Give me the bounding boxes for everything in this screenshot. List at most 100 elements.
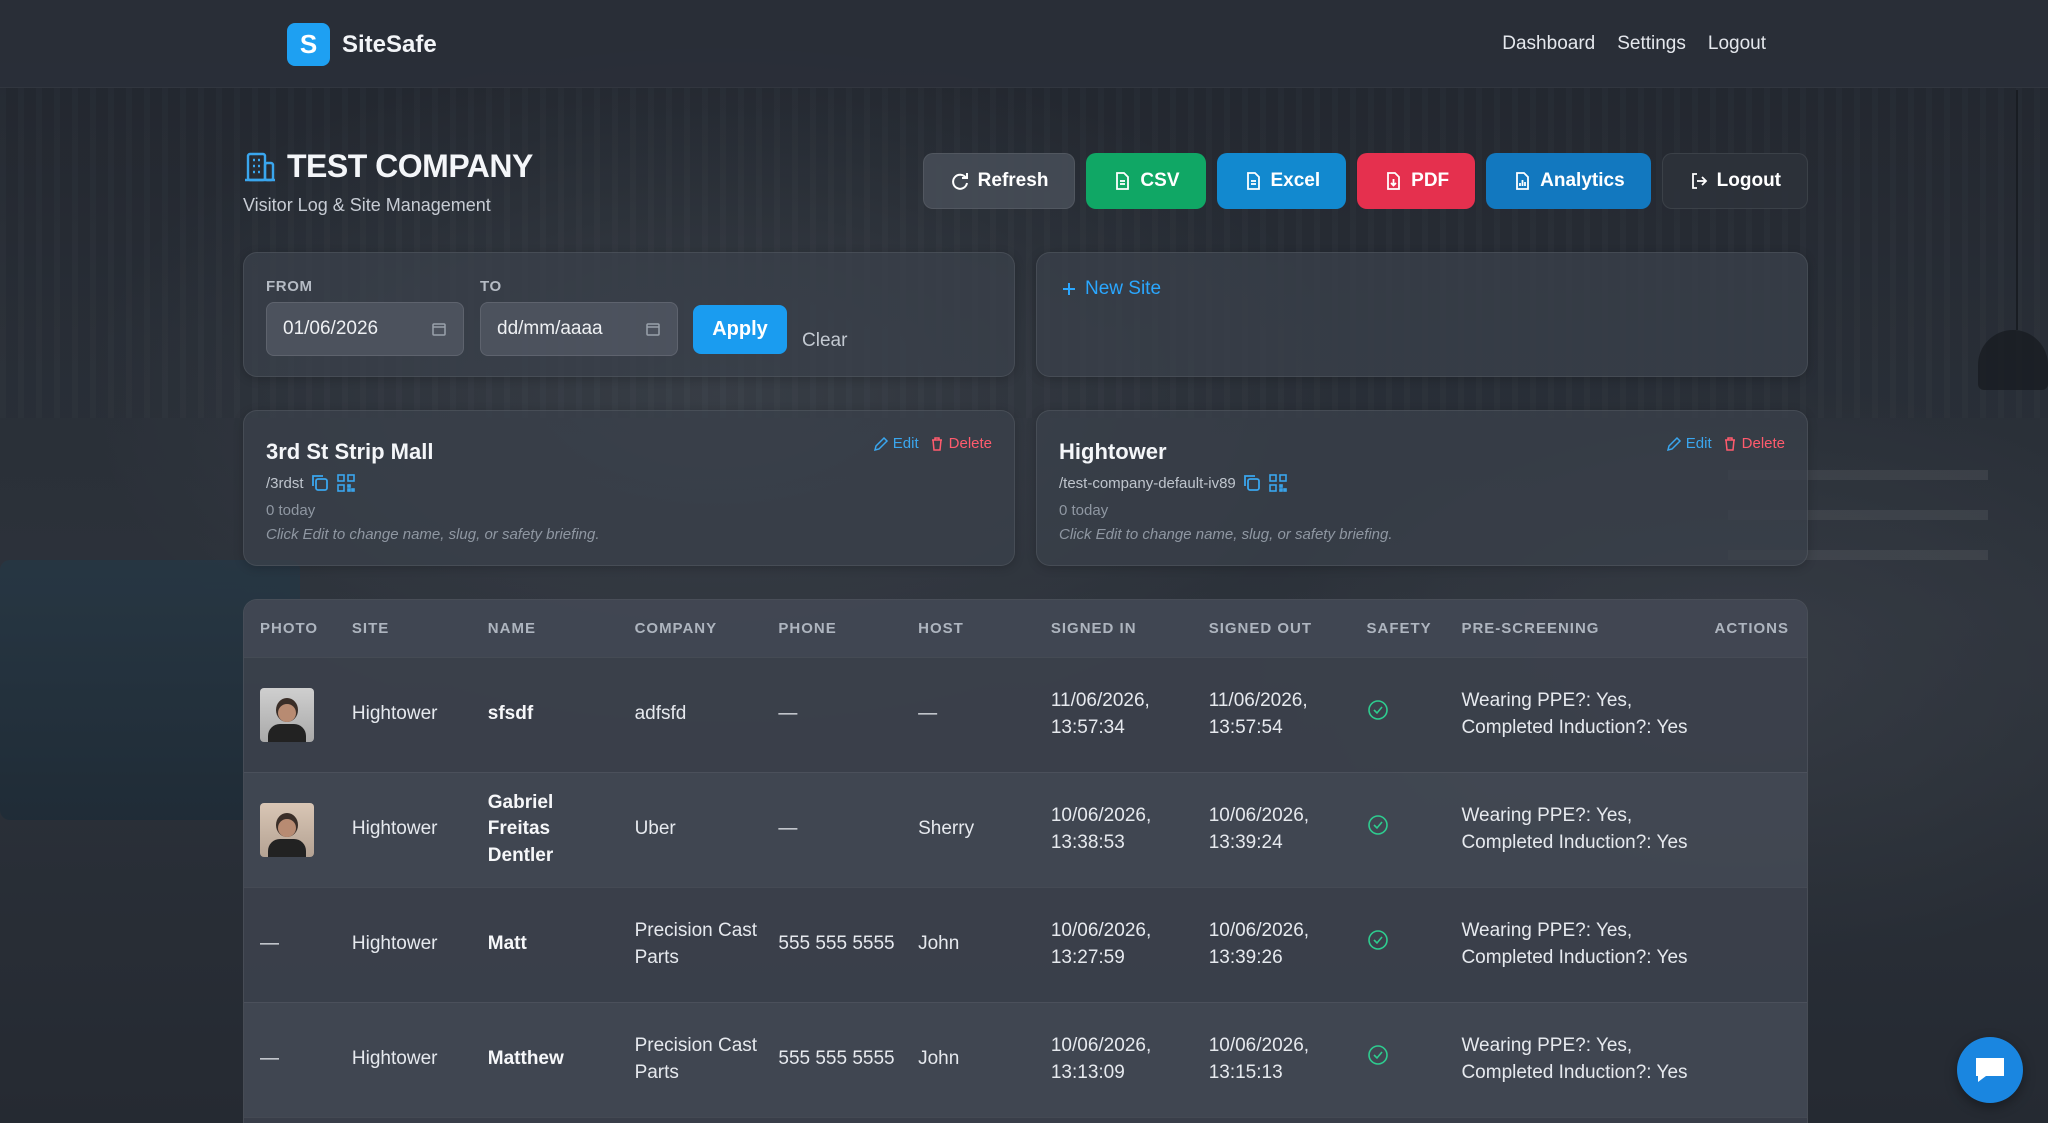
file-icon: [1116, 172, 1130, 190]
check-circle-icon: [1367, 930, 1388, 951]
col-safety: SAFETY: [1350, 600, 1446, 658]
photo-cell: [244, 657, 336, 772]
nav-dashboard[interactable]: Dashboard: [1502, 33, 1595, 55]
edit-site-button[interactable]: Edit: [1666, 435, 1712, 452]
visitor-photo[interactable]: [260, 802, 314, 857]
nav-settings[interactable]: Settings: [1617, 33, 1686, 55]
check-circle-icon: [1367, 700, 1388, 721]
page-subtitle: Visitor Log & Site Management: [243, 195, 491, 215]
company-cell: Precision Cast Parts: [634, 919, 758, 968]
site-slug: /test-company-default-iv89: [1059, 473, 1288, 493]
title-row: TEST COMPANY: [243, 148, 533, 185]
host-cell: John: [918, 1048, 960, 1070]
site-visitor-count: 0 today: [1059, 502, 1109, 519]
delete-site-button[interactable]: Delete: [1722, 435, 1785, 452]
table-row[interactable]: — Hightower Matt Precision Cast Parts 55…: [244, 887, 1807, 1002]
from-date-value: 01/06/2026: [283, 318, 379, 339]
chat-button[interactable]: [1957, 1037, 2023, 1103]
page-title: TEST COMPANY: [287, 148, 533, 184]
phone-cell: —: [778, 703, 798, 725]
edit-label: Edit: [892, 435, 919, 452]
page-header: TEST COMPANY Visitor Log & Site Manageme…: [243, 148, 533, 216]
clear-button[interactable]: Clear: [802, 330, 847, 352]
card-actions: Edit Delete: [1666, 435, 1785, 452]
calendar-icon[interactable]: [431, 321, 447, 337]
actions-cell: [1690, 887, 1807, 1002]
excel-button[interactable]: Excel: [1216, 153, 1347, 209]
signed-in-cell: 10/06/2026, 13:13:09: [1050, 1034, 1152, 1083]
host-cell: John: [918, 933, 960, 955]
file-icon: [1246, 172, 1260, 190]
actions-cell: [1690, 1002, 1807, 1117]
name-cell: Matthew: [487, 1048, 564, 1070]
name-cell: Gabriel Freitas Dentler: [487, 791, 554, 866]
check-circle-icon: [1367, 815, 1388, 836]
to-date-input[interactable]: dd/mm/aaaa: [480, 302, 678, 356]
table-row[interactable]: Hightower Gabriel Freitas Dentler Uber —…: [244, 772, 1807, 887]
from-date-input[interactable]: 01/06/2026: [266, 302, 464, 356]
pdf-label: PDF: [1411, 170, 1450, 191]
logo-mark: S: [287, 23, 330, 66]
csv-button[interactable]: CSV: [1086, 153, 1206, 209]
analytics-button[interactable]: Analytics: [1486, 153, 1651, 209]
plus-icon: [1063, 283, 1075, 295]
trash-icon: [1724, 436, 1735, 451]
nav-links: Dashboard Settings Logout: [1502, 33, 1766, 55]
logout-button[interactable]: Logout: [1661, 153, 1808, 209]
site-name: Hightower: [1059, 439, 1167, 464]
logout-icon: [1691, 173, 1707, 189]
site-slug: /3rdst: [266, 473, 356, 493]
edit-site-button[interactable]: Edit: [873, 435, 919, 452]
name-cell: Matt: [487, 933, 527, 955]
check-circle-icon: [1367, 1045, 1388, 1066]
name-cell: sfsdf: [487, 703, 534, 725]
nav-logout[interactable]: Logout: [1708, 33, 1766, 55]
delete-label: Delete: [1741, 435, 1785, 452]
photo-face: [278, 818, 296, 837]
delete-site-button[interactable]: Delete: [929, 435, 992, 452]
phone-cell: 555 555 5555: [778, 1048, 895, 1070]
card-actions: Edit Delete: [873, 435, 992, 452]
phone-cell: 555 555 5555: [778, 933, 895, 955]
table-header: PHOTO SITE NAME COMPANY PHONE HOST SIGNE…: [244, 600, 1807, 658]
col-photo: PHOTO: [244, 600, 336, 658]
signed-in-cell: 11/06/2026, 13:57:34: [1050, 689, 1150, 738]
calendar-icon[interactable]: [645, 321, 661, 337]
photo-cell: [244, 772, 336, 887]
table-row[interactable]: Hightower sfsdf adfsfd — — 11/06/2026, 1…: [244, 657, 1807, 772]
refresh-label: Refresh: [977, 170, 1049, 191]
app-logo[interactable]: S SiteSafe: [287, 23, 437, 66]
signed-in-cell: 10/06/2026, 13:27:59: [1050, 919, 1152, 968]
signed-out-cell: 11/06/2026, 13:57:54: [1208, 689, 1308, 738]
visitor-photo[interactable]: [260, 687, 314, 742]
qr-code-icon[interactable]: [336, 473, 356, 493]
col-signed-in: SIGNED IN: [1034, 600, 1193, 658]
prescreen-cell: Wearing PPE?: Yes, Completed Induction?:…: [1461, 919, 1688, 968]
toolbar: Refresh CSV Excel PDF Analytics Logout: [922, 153, 1808, 209]
new-site-button[interactable]: New Site: [1061, 278, 1161, 300]
pdf-button[interactable]: PDF: [1357, 153, 1476, 209]
site-name: 3rd St Strip Mall: [266, 439, 434, 464]
site-hint: Click Edit to change name, slug, or safe…: [266, 526, 600, 543]
app-name: SiteSafe: [342, 30, 437, 58]
top-nav: S SiteSafe Dashboard Settings Logout: [0, 0, 2048, 88]
qr-code-icon[interactable]: [1268, 473, 1288, 493]
signed-in-cell: 10/06/2026, 13:38:53: [1050, 804, 1152, 853]
trash-icon: [931, 436, 942, 451]
refresh-icon: [951, 173, 968, 190]
apply-button[interactable]: Apply: [693, 305, 787, 354]
pdf-icon: [1387, 172, 1401, 190]
copy-icon[interactable]: [1242, 473, 1262, 493]
photo-torso: [268, 838, 306, 857]
photo-cell: —: [260, 933, 279, 955]
site-hint: Click Edit to change name, slug, or safe…: [1059, 526, 1393, 543]
site-cell: Hightower: [351, 703, 438, 725]
refresh-button[interactable]: Refresh: [922, 153, 1076, 209]
to-label: TO: [480, 278, 502, 295]
host-cell: —: [918, 703, 938, 725]
copy-icon[interactable]: [310, 473, 330, 493]
new-site-panel: New Site: [1036, 252, 1808, 377]
table-row[interactable]: — Hightower Matthew Precision Cast Parts…: [244, 1002, 1807, 1117]
company-cell: adfsfd: [634, 703, 687, 725]
col-prescreening: PRE-SCREENING: [1445, 600, 1690, 658]
